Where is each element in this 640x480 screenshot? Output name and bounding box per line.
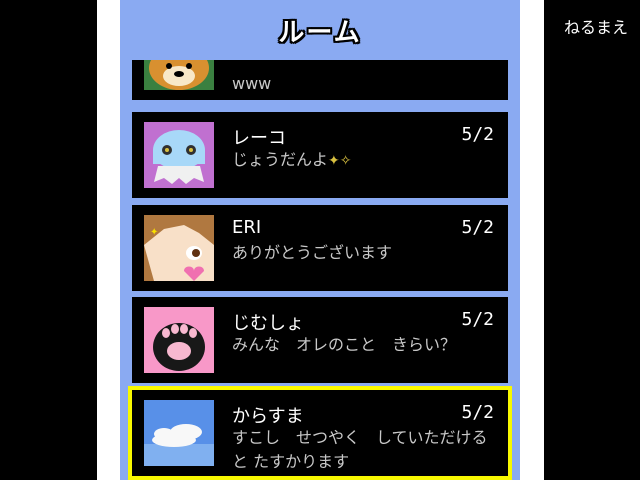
room-name: レーコ — [232, 128, 286, 149]
room-date: 5/2 — [461, 124, 494, 145]
room-row-0[interactable]: www — [132, 60, 508, 100]
paw-avatar — [144, 307, 214, 373]
screen-title: ルーム — [278, 18, 362, 48]
room-date: 5/2 — [461, 402, 494, 423]
cloud-avatar — [144, 400, 214, 466]
sparkle-icon: ✦✧ — [328, 153, 352, 169]
room-row-1[interactable]: レーコ 5/2 じょうだんよ✦✧ — [132, 112, 508, 198]
room-screen: ルーム www レーコ 5/2 じょうだんよ✦✧ ✦ ERI 5/2 ありがとう… — [120, 0, 520, 480]
room-message: www — [232, 74, 272, 93]
room-message: ありがとうございます — [232, 243, 393, 262]
girl-avatar: ✦ — [144, 215, 214, 281]
left-border — [0, 0, 97, 480]
message-text: じょうだんよ — [232, 150, 329, 169]
room-list[interactable]: www レーコ 5/2 じょうだんよ✦✧ ✦ ERI 5/2 ありがとうございま… — [120, 60, 520, 480]
room-row-4[interactable]: からすま 5/2 すこし せつやく していただけると たすかります — [128, 386, 512, 480]
room-message: みんな オレのこと きらい？ — [232, 335, 457, 354]
ghost-avatar — [144, 122, 214, 188]
room-date: 5/2 — [461, 309, 494, 330]
dog-avatar — [144, 60, 214, 90]
room-name: ERI — [232, 217, 262, 238]
room-row-2[interactable]: ✦ ERI 5/2 ありがとうございます — [132, 205, 508, 291]
room-date: 5/2 — [461, 217, 494, 238]
room-message: すこし せつやく していただけると たすかります — [232, 428, 488, 471]
room-name: じむしょ — [232, 313, 304, 334]
corner-label: ねるまえ — [563, 18, 628, 37]
room-message: じょうだんよ✦✧ — [232, 148, 494, 173]
room-name: からすま — [232, 406, 304, 427]
left-frame — [97, 0, 120, 480]
svg-text:✦: ✦ — [150, 227, 158, 238]
right-frame — [520, 0, 544, 480]
room-row-3[interactable]: じむしょ 5/2 みんな オレのこと きらい？ — [132, 297, 508, 383]
